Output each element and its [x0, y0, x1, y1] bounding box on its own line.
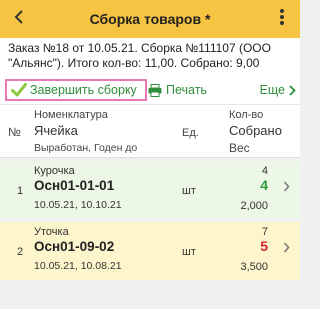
top-bar: Сборка товаров * — [0, 0, 300, 38]
header-collected: Собрано — [229, 123, 282, 138]
toolbar: Завершить сборку Печать Еще — [0, 78, 300, 104]
header-unit: Ед. — [182, 127, 199, 139]
row-produced-dates: 10.05.21, 10.10.21 — [34, 199, 122, 211]
printer-icon — [148, 83, 162, 97]
order-summary-line-2: "Альянс"). Итого кол-во: 11,00. Собрано:… — [8, 56, 260, 70]
finish-assembly-button[interactable]: Завершить сборку — [5, 79, 147, 101]
print-label: Печать — [166, 83, 207, 97]
row-unit: шт — [182, 246, 196, 258]
row-cell: Осн01-01-01 — [34, 178, 115, 193]
menu-button[interactable] — [270, 0, 294, 38]
chevron-right-icon — [283, 181, 290, 192]
order-summary: Заказ №18 от 10.05.21. Сборка №111107 (О… — [0, 38, 300, 78]
order-summary-line-1: Заказ №18 от 10.05.21. Сборка №111107 (О… — [8, 41, 271, 55]
header-quantity: Кол-во — [229, 109, 264, 121]
header-nomenclature: Номенклатура — [34, 109, 108, 121]
header-produced: Выработан, Годен до — [34, 142, 138, 154]
more-vertical-icon — [279, 8, 285, 31]
row-cell: Осн01-09-02 — [34, 239, 115, 254]
row-produced-dates: 10.05.21, 10.08.21 — [34, 260, 122, 272]
page-title: Сборка товаров * — [89, 11, 211, 27]
row-collected: 4 — [260, 177, 268, 193]
row-number: 1 — [17, 185, 24, 197]
table-header: № Номенклатура Ячейка Выработан, Годен д… — [0, 104, 300, 158]
chevron-right-icon — [288, 84, 296, 96]
back-button[interactable] — [4, 0, 34, 38]
empty-list-area — [0, 283, 300, 309]
row-weight: 3,500 — [240, 261, 268, 273]
row-product-name: Курочка — [34, 165, 75, 177]
table-row[interactable]: 2 Уточка Осн01-09-02 10.05.21, 10.08.21 … — [0, 222, 300, 280]
checkmark-icon — [11, 83, 27, 97]
header-number: № — [8, 125, 21, 139]
more-button[interactable]: Еще — [260, 79, 296, 101]
chevron-right-icon — [283, 242, 290, 253]
row-quantity: 4 — [261, 165, 268, 177]
print-button[interactable]: Печать — [148, 79, 207, 101]
finish-assembly-label: Завершить сборку — [30, 83, 137, 97]
row-unit: шт — [182, 185, 196, 197]
header-cell: Ячейка — [34, 123, 78, 138]
row-number: 2 — [17, 246, 24, 258]
row-weight: 2,000 — [240, 200, 268, 212]
row-product-name: Уточка — [34, 226, 69, 238]
row-collected: 5 — [260, 238, 268, 254]
chevron-left-icon — [13, 9, 25, 30]
more-label: Еще — [259, 83, 285, 97]
row-quantity: 7 — [261, 226, 268, 238]
table-row[interactable]: 1 Курочка Осн01-01-01 10.05.21, 10.10.21… — [0, 161, 300, 219]
app-window: Сборка товаров * Заказ №18 от 10.05.21. … — [0, 0, 300, 309]
header-weight: Вес — [229, 141, 250, 155]
